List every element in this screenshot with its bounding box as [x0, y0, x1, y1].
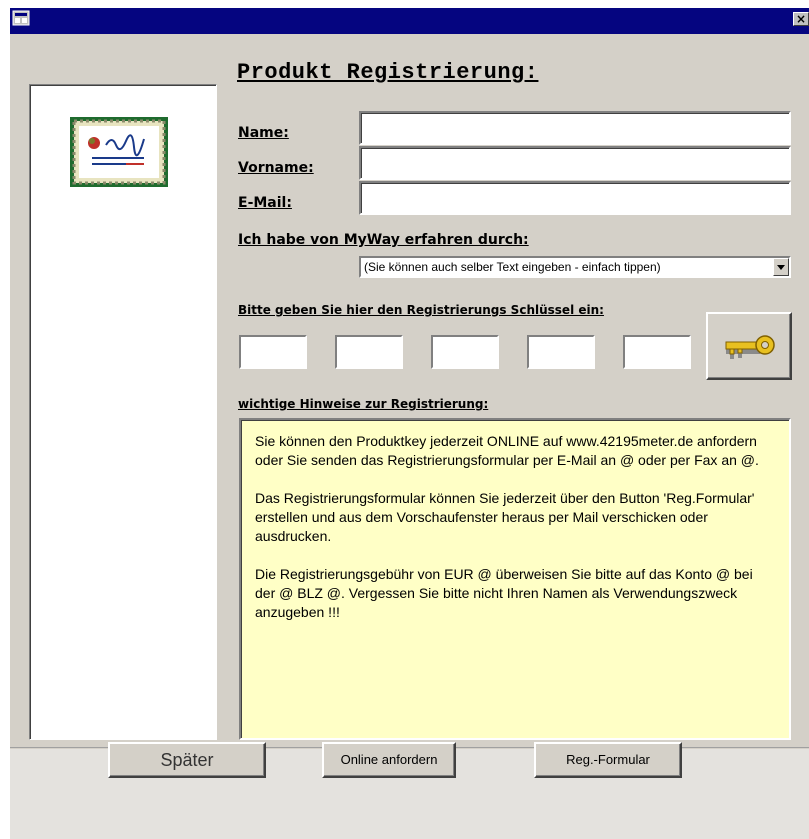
registration-window: Produkt Registrierung: Name: Vorname: E-… [10, 34, 809, 839]
name-label: Name: [238, 125, 289, 141]
title-bar: × [10, 8, 809, 34]
notes-paragraph-2: Das Registrierungsformular können Sie je… [255, 490, 755, 544]
notes-box[interactable]: Sie können den Produktkey jederzeit ONLI… [239, 418, 791, 740]
form-detail-area: Produkt Registrierung: Name: Vorname: E-… [10, 34, 809, 748]
form-title: Produkt Registrierung: [237, 60, 539, 85]
request-online-button[interactable]: Online anfordern [322, 742, 456, 778]
vorname-label: Vorname: [238, 160, 314, 176]
source-combobox[interactable]: (Sie können auch selber Text eingeben - … [359, 256, 791, 278]
name-field[interactable] [359, 111, 791, 145]
key-part-5[interactable] [623, 335, 691, 369]
email-label: E-Mail: [238, 195, 292, 211]
close-button[interactable]: × [793, 12, 809, 26]
vorname-field[interactable] [359, 146, 791, 180]
notes-paragraph-1: Sie können den Produktkey jederzeit ONLI… [255, 433, 759, 468]
key-label: Bitte geben Sie hier den Registrierungs … [238, 303, 604, 317]
registration-form-button[interactable]: Reg.-Formular [534, 742, 682, 778]
key-icon [725, 335, 775, 359]
certificate-icon [70, 117, 168, 187]
source-combobox-value: (Sie können auch selber Text eingeben - … [364, 260, 661, 274]
key-part-2[interactable] [335, 335, 403, 369]
key-part-3[interactable] [431, 335, 499, 369]
email-field[interactable] [359, 181, 791, 215]
key-part-1[interactable] [239, 335, 307, 369]
access-form-icon[interactable] [12, 10, 30, 26]
key-part-4[interactable] [527, 335, 595, 369]
later-button[interactable]: Später [108, 742, 266, 778]
notes-label: wichtige Hinweise zur Registrierung: [238, 397, 489, 411]
chevron-down-icon[interactable] [773, 258, 789, 276]
image-panel [29, 84, 217, 740]
source-label: Ich habe von MyWay erfahren durch: [238, 232, 529, 248]
validate-key-button[interactable] [706, 312, 792, 380]
notes-paragraph-3: Die Registrierungsgebühr von EUR @ überw… [255, 566, 753, 620]
